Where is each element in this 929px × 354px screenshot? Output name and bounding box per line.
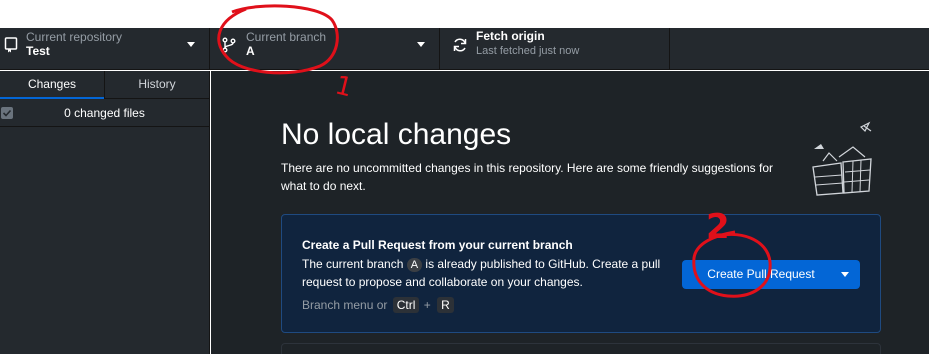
chevron-down-icon[interactable]	[830, 260, 860, 289]
next-suggestion-card	[281, 343, 881, 354]
branch-name-badge: A	[406, 258, 423, 272]
chevron-down-icon	[187, 42, 195, 47]
branch-name: A	[246, 44, 255, 58]
sidebar-tabs: Changes History	[0, 71, 209, 99]
page-subtitle: There are no uncommitted changes in this…	[281, 161, 774, 193]
sidebar: Changes History 0 changed files	[0, 71, 210, 354]
chevron-down-icon	[417, 42, 425, 47]
changed-files-header: 0 changed files	[0, 99, 209, 127]
current-repository-dropdown[interactable]: Current repository Test	[0, 28, 210, 70]
sync-icon	[453, 38, 467, 52]
repo-icon	[4, 37, 18, 53]
fetch-origin-button[interactable]: Fetch origin Last fetched just now	[440, 28, 670, 70]
branch-icon	[222, 37, 236, 53]
last-fetched-status: Last fetched just now	[476, 45, 580, 57]
branch-label: Current branch	[246, 30, 327, 44]
shortcut-hint-label: Branch menu or	[302, 298, 388, 312]
tab-history[interactable]: History	[105, 71, 209, 98]
toolbar: Current repository Test Current branch A…	[0, 28, 929, 70]
repository-label: Current repository	[26, 30, 123, 44]
tab-changes[interactable]: Changes	[0, 71, 104, 99]
changed-files-count: 0 changed files	[64, 106, 145, 120]
create-pull-request-label[interactable]: Create Pull Request	[682, 260, 830, 289]
empty-state-illustration-icon	[812, 121, 872, 196]
card-title: Create a Pull Request from your current …	[302, 238, 573, 252]
keyboard-shortcut-hint: Branch menu or Ctrl + R	[302, 297, 454, 313]
main-panel: No local changes There are no uncommitte…	[211, 71, 929, 354]
repository-name: Test	[26, 44, 50, 58]
card-description-start: The current branch	[302, 257, 404, 271]
current-branch-dropdown[interactable]: Current branch A	[210, 28, 440, 70]
shortcut-key-ctrl: Ctrl	[392, 297, 420, 313]
card-description: The current branch A is already publishe…	[302, 255, 667, 291]
toolbar-spacer	[670, 28, 929, 69]
create-pull-request-card: Create a Pull Request from your current …	[281, 214, 881, 333]
create-pull-request-button[interactable]: Create Pull Request	[682, 260, 860, 289]
fetch-origin-label: Fetch origin	[476, 29, 545, 43]
page-title: No local changes	[281, 118, 512, 151]
shortcut-key-r: R	[437, 297, 454, 313]
shortcut-plus: +	[423, 298, 431, 312]
